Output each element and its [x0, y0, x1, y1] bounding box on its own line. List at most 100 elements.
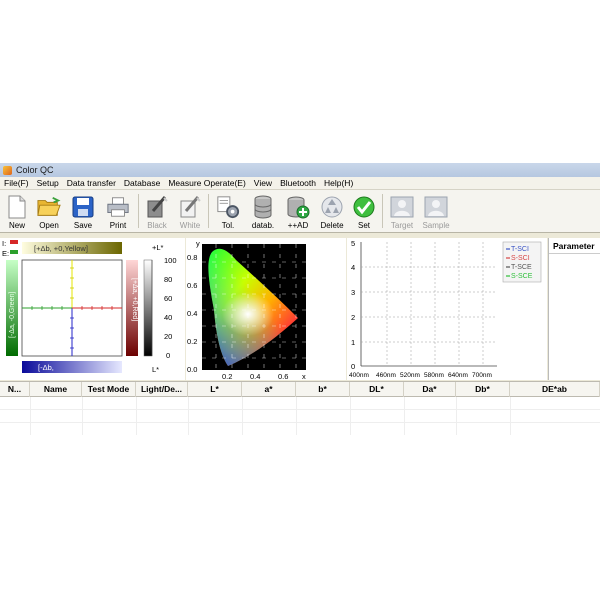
- l-tick-label: 40: [164, 313, 172, 322]
- column-header-de-ab[interactable]: DE*ab: [510, 382, 600, 397]
- cie-x-tick: 0.4: [250, 372, 260, 380]
- lightness-gradient-bar: [143, 259, 153, 357]
- table-col-divider: [350, 397, 351, 435]
- menu-measure-operate[interactable]: Measure Operate(E): [164, 177, 249, 190]
- table-col-divider: [136, 397, 137, 435]
- table-col-divider: [456, 397, 457, 435]
- spectrum-x-tick: 460nm: [376, 372, 396, 379]
- l-axis-top-label: +L*: [152, 243, 164, 252]
- cie-y-tick: 0.2: [187, 337, 197, 346]
- database-icon: [251, 195, 275, 219]
- tolerance-button[interactable]: Tol.: [213, 192, 243, 230]
- indicator-i-swatch: [10, 240, 18, 244]
- cie-y-tick: 0.8: [187, 253, 197, 262]
- spectrum-y-tick: 4: [351, 263, 355, 272]
- add-database-button[interactable]: ++AD: [283, 192, 313, 230]
- l-tick-label: 100: [164, 256, 177, 265]
- menu-help[interactable]: Help(H): [320, 177, 357, 190]
- white-calibration-button[interactable]: White: [175, 192, 205, 230]
- menu-view[interactable]: View: [250, 177, 276, 190]
- black-calibration-button[interactable]: Black: [142, 192, 172, 230]
- menu-data-transfer[interactable]: Data transfer: [63, 177, 120, 190]
- window-title: Color QC: [16, 165, 54, 175]
- spectrum-y-ticks: 5 4 3 2 1 0: [351, 239, 355, 371]
- set-button[interactable]: Set: [350, 192, 378, 230]
- folder-open-icon: [37, 195, 61, 219]
- sample-button[interactable]: Sample: [420, 192, 452, 230]
- column-header-light-device[interactable]: Light/De...: [136, 382, 188, 397]
- floppy-disk-icon: [71, 195, 95, 219]
- column-header-dl[interactable]: DL*: [350, 382, 404, 397]
- parameter-panel: Parameter: [548, 238, 600, 380]
- checkmark-icon: [352, 195, 376, 219]
- delete-button[interactable]: Delete: [316, 192, 348, 230]
- tolerance-gear-icon: [216, 195, 240, 219]
- spectrum-y-tick: 2: [351, 313, 355, 322]
- spectrum-y-tick: 0: [351, 362, 355, 371]
- table-col-divider: [82, 397, 83, 435]
- target-person-icon: [390, 195, 414, 219]
- spectrum-x-tick: 580nm: [424, 372, 444, 379]
- column-header-l[interactable]: L*: [188, 382, 242, 397]
- column-header-b[interactable]: b*: [296, 382, 350, 397]
- results-table-body[interactable]: [0, 397, 600, 435]
- red-axis-label: [+Δa, +0,Red]: [131, 278, 138, 321]
- cie-y-tick: 0.0: [187, 365, 197, 374]
- cie-x-axis-label: x: [302, 372, 306, 380]
- spectrum-x-tick: 520nm: [400, 372, 420, 379]
- column-header-db[interactable]: Db*: [456, 382, 510, 397]
- l-tick-label: 60: [164, 294, 172, 303]
- print-button[interactable]: Print: [102, 192, 134, 230]
- l-tick-label: 20: [164, 332, 172, 341]
- spectrum-y-tick: 5: [351, 239, 355, 248]
- menu-setup[interactable]: Setup: [33, 177, 63, 190]
- sample-person-icon: [424, 195, 448, 219]
- indicator-i-label: I:: [2, 239, 6, 248]
- menu-database[interactable]: Database: [120, 177, 164, 190]
- l-tick-label: 80: [164, 275, 172, 284]
- toolbar-separator: [138, 194, 139, 228]
- indicator-e-swatch: [10, 250, 18, 254]
- column-header-number[interactable]: N...: [0, 382, 30, 397]
- column-header-test-mode[interactable]: Test Mode: [82, 382, 136, 397]
- color-qc-app-window: Color QC File(F) Setup Data transfer Dat…: [0, 163, 600, 435]
- spectrum-x-tick: 400nm: [349, 372, 369, 379]
- cie-x-tick: 0.6: [278, 372, 288, 380]
- menu-bar: File(F) Setup Data transfer Database Mea…: [0, 177, 600, 190]
- spectrum-y-tick: 1: [351, 338, 355, 347]
- spectrum-x-ticks: 400nm 460nm 520nm 580nm 640nm 700nm: [349, 372, 492, 379]
- spectrum-legend: T-SCI S-SCI T-SCE S-SCE: [502, 241, 542, 283]
- results-table-header: N... Name Test Mode Light/De... L* a* b*…: [0, 381, 600, 397]
- cie-y-tick: 0.6: [187, 281, 197, 290]
- spectrum-grid: [361, 242, 497, 366]
- toolbar-separator: [208, 194, 209, 228]
- menu-bluetooth[interactable]: Bluetooth: [276, 177, 320, 190]
- column-header-a[interactable]: a*: [242, 382, 296, 397]
- black-calibration-icon: [145, 195, 169, 219]
- new-button[interactable]: New: [3, 192, 31, 230]
- column-header-name[interactable]: Name: [30, 382, 82, 397]
- title-bar: Color QC: [0, 163, 600, 177]
- white-calibration-icon: [178, 195, 202, 219]
- l-axis-bottom-label: L*: [152, 365, 159, 374]
- column-header-da[interactable]: Da*: [404, 382, 456, 397]
- recycle-icon: [320, 195, 344, 219]
- spectrum-x-tick: 640nm: [448, 372, 468, 379]
- menu-file[interactable]: File(F): [0, 177, 33, 190]
- table-col-divider: [30, 397, 31, 435]
- printer-icon: [106, 195, 130, 219]
- green-axis-label: [-Δa, -0,Green]: [9, 292, 16, 338]
- yellow-axis-label: [+Δb, +0,Yellow]: [34, 244, 88, 253]
- database-button[interactable]: datab.: [248, 192, 278, 230]
- cie-y-axis-label: y: [196, 239, 200, 248]
- open-button[interactable]: Open: [34, 192, 64, 230]
- spectrum-x-tick: 700nm: [472, 372, 492, 379]
- table-col-divider: [242, 397, 243, 435]
- blue-gradient-bar: [22, 361, 122, 373]
- cie-x-tick: 0.2: [222, 372, 232, 380]
- table-col-divider: [404, 397, 405, 435]
- legend-item: T-SCI: [511, 246, 529, 253]
- target-button[interactable]: Target: [386, 192, 418, 230]
- parameter-header: Parameter: [549, 238, 600, 254]
- save-button[interactable]: Save: [68, 192, 98, 230]
